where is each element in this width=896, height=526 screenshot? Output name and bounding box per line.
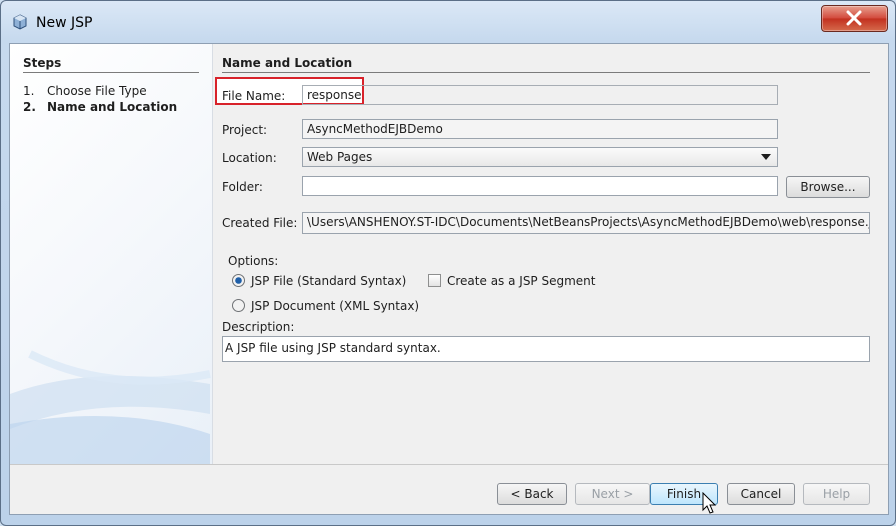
jsp-file-radio[interactable] <box>232 274 245 287</box>
steps-divider <box>23 72 199 73</box>
cancel-button[interactable]: Cancel <box>727 483 795 505</box>
folder-label: Folder: <box>222 180 263 194</box>
steps-panel: Steps 1. Choose File Type 2. Name and Loca… <box>10 44 213 464</box>
jsp-file-label: JSP File (Standard Syntax) <box>251 274 407 288</box>
step-label: Choose File Type <box>47 84 147 98</box>
dialog-content: Steps 1. Choose File Type 2. Name and Loca… <box>9 43 889 515</box>
step-name-and-location: 2. Name and Location <box>23 100 177 114</box>
step-label: Name and Location <box>47 100 178 114</box>
step-number: 2. <box>23 100 36 114</box>
description-label: Description: <box>222 320 295 334</box>
title-bar[interactable]: New JSP <box>1 1 895 39</box>
netbeans-cube-icon <box>13 14 27 30</box>
browse-button[interactable]: Browse... <box>786 176 870 198</box>
project-field: AsyncMethodEJBDemo <box>302 119 778 139</box>
button-bar-divider <box>10 464 888 465</box>
section-divider <box>222 72 870 73</box>
location-selected-value: Web Pages <box>307 150 373 164</box>
help-button[interactable]: Help <box>803 483 870 505</box>
step-choose-file-type: 1. Choose File Type <box>23 84 147 98</box>
jsp-segment-checkbox[interactable] <box>428 274 441 287</box>
created-file-label: Created File: <box>222 216 298 230</box>
window-title: New JSP <box>36 15 93 31</box>
location-dropdown[interactable]: Web Pages <box>302 147 778 167</box>
options-heading: Options: <box>228 254 279 268</box>
created-file-field: \Users\ANSHENOY.ST-IDC\Documents\NetBean… <box>302 212 870 234</box>
dialog-window: New JSP Steps 1. Choose File Type 2. Name … <box>0 0 896 526</box>
jsp-document-radio[interactable] <box>232 299 245 312</box>
steps-heading: Steps <box>23 56 62 70</box>
back-button[interactable]: < Back <box>497 483 567 505</box>
file-name-label: File Name: <box>222 89 286 103</box>
jsp-document-label: JSP Document (XML Syntax) <box>251 299 420 313</box>
next-button[interactable]: Next > <box>575 483 650 505</box>
location-label: Location: <box>222 151 277 165</box>
file-name-input[interactable]: response <box>302 85 778 105</box>
decorative-swoosh-graphic <box>10 350 211 464</box>
jsp-segment-label: Create as a JSP Segment <box>447 274 596 288</box>
project-label: Project: <box>222 123 268 137</box>
section-heading: Name and Location <box>222 56 353 70</box>
close-icon <box>846 10 862 26</box>
step-number: 1. <box>23 84 35 98</box>
description-box: A JSP file using JSP standard syntax. <box>222 336 870 362</box>
mouse-pointer-icon <box>702 492 717 514</box>
close-button[interactable] <box>821 5 888 32</box>
chevron-down-icon <box>761 154 771 160</box>
folder-input[interactable] <box>302 176 778 196</box>
